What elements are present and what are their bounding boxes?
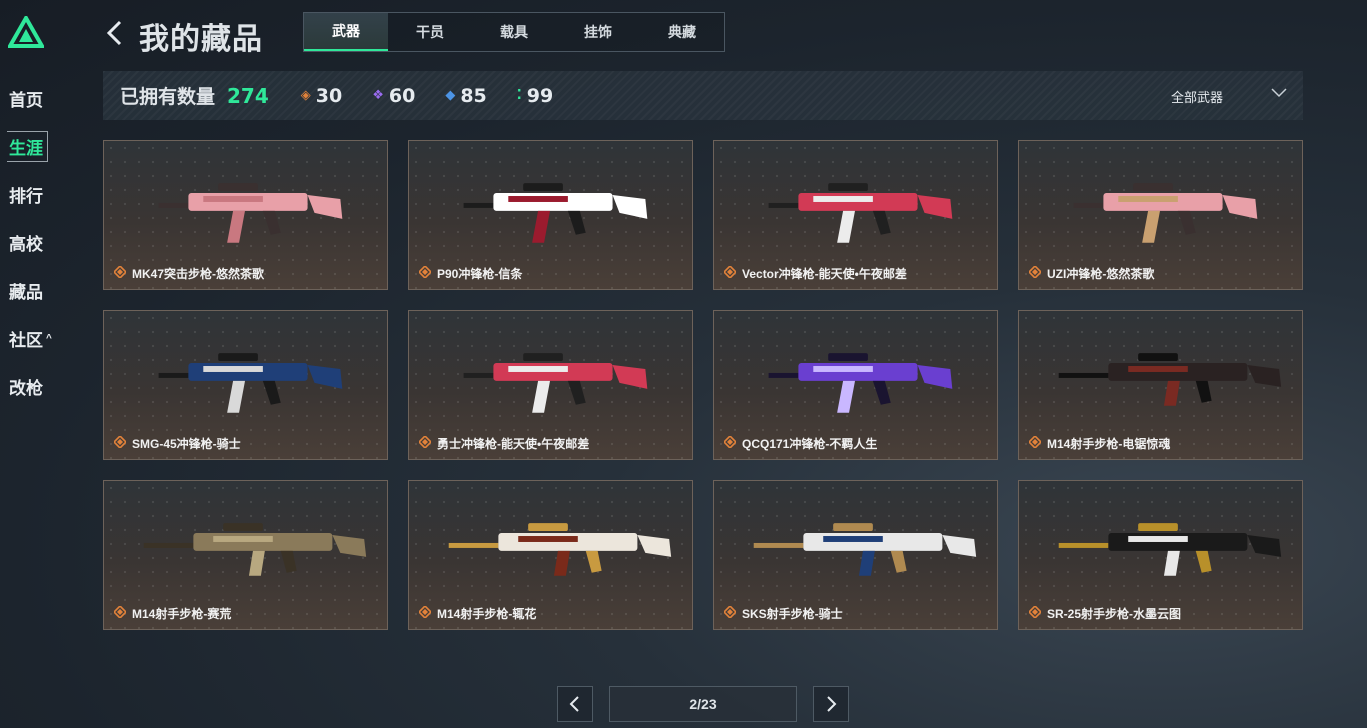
orange-diamond-icon: ◈	[300, 88, 311, 103]
rarity-count-purple: ❖ 60	[372, 85, 415, 107]
weapon-card[interactable]: UZI冲锋枪-悠然茶歌	[1018, 140, 1303, 290]
rarity-orange-icon	[114, 436, 126, 448]
tab-charms[interactable]: 挂饰	[556, 13, 640, 51]
weapon-filter-select[interactable]: 全部武器	[1171, 87, 1223, 106]
rarity-count-green: ⁚ 99	[517, 85, 553, 107]
blue-diamond-icon: ◆	[445, 88, 456, 103]
sidebar-item-career[interactable]: 生涯	[0, 122, 60, 170]
weapon-name: 勇士冲锋枪-能天使•午夜邮差	[437, 437, 590, 451]
weapon-card[interactable]: M14射手步枪-赛荒	[103, 480, 388, 630]
weapon-card[interactable]: P90冲锋枪-信条	[408, 140, 693, 290]
prev-page-icon	[569, 696, 579, 712]
page-indicator: 2/23	[609, 686, 797, 722]
tab-vehicles[interactable]: 载具	[472, 13, 556, 51]
sidebar-nav: 首页 生涯 排行 高校 藏品 社区 ^ 改枪	[0, 74, 60, 410]
weapon-name: M14射手步枪-赛荒	[132, 607, 232, 621]
rarity-orange-icon	[724, 436, 736, 448]
category-tabs: 武器 干员 载具 挂饰 典藏	[303, 12, 725, 52]
weapon-card[interactable]: 勇士冲锋枪-能天使•午夜邮差	[408, 310, 693, 460]
weapon-card[interactable]: QCQ171冲锋枪-不羁人生	[713, 310, 998, 460]
weapon-grid: MK47突击步枪-悠然茶歌 P90冲锋枪-信条 Vector冲锋枪-能天使•午夜邮差…	[103, 140, 1303, 630]
rarity-count-value: 30	[315, 84, 343, 107]
rarity-orange-icon	[1029, 266, 1041, 278]
weapon-image	[463, 353, 648, 413]
weapon-image	[448, 523, 672, 576]
logo-icon[interactable]	[8, 16, 44, 48]
sidebar-item-label: 排行	[9, 186, 43, 206]
rarity-orange-icon	[419, 266, 431, 278]
weapon-image	[463, 183, 648, 243]
rarity-orange-icon	[1029, 436, 1041, 448]
weapon-name: P90冲锋枪-信条	[437, 267, 523, 281]
weapon-image	[1058, 523, 1282, 576]
weapon-name: SKS射手步枪-骑士	[742, 607, 843, 621]
weapon-name: SR-25射手步枪-水墨云图	[1047, 607, 1182, 621]
weapon-card[interactable]: SKS射手步枪-骑士	[713, 480, 998, 630]
tab-weapons[interactable]: 武器	[304, 13, 388, 51]
weapon-name: M14射手步枪-电锯惊魂	[1047, 437, 1171, 451]
owned-count-value: 274	[227, 83, 269, 108]
sidebar-item-label: 社区	[9, 330, 43, 350]
chevron-down-icon[interactable]	[1270, 86, 1288, 100]
rarity-count-value: 99	[526, 84, 554, 107]
sidebar-item-community[interactable]: 社区 ^	[0, 314, 60, 362]
rarity-orange-icon	[114, 606, 126, 618]
chevron-up-icon: ^	[46, 332, 52, 344]
weapon-image	[1058, 353, 1282, 406]
sidebar-item-label: 藏品	[9, 282, 43, 302]
owned-count-label: 已拥有数量	[120, 87, 216, 108]
sidebar-item-label: 高校	[9, 234, 43, 254]
rarity-orange-icon	[419, 606, 431, 618]
weapon-card[interactable]: SMG-45冲锋枪-骑士	[103, 310, 388, 460]
sidebar-item-gunsmith[interactable]: 改枪	[0, 362, 60, 410]
weapon-image	[158, 183, 343, 243]
sidebar-item-college[interactable]: 高校	[0, 218, 60, 266]
weapon-image	[753, 523, 977, 576]
weapon-name: Vector冲锋枪-能天使•午夜邮差	[742, 267, 907, 281]
rarity-count-value: 60	[388, 84, 416, 107]
next-page-button[interactable]	[813, 686, 849, 722]
rarity-count-value: 85	[460, 84, 487, 107]
rarity-orange-icon	[724, 606, 736, 618]
sidebar-item-collection[interactable]: 藏品	[0, 266, 60, 314]
tab-collector[interactable]: 典藏	[640, 13, 724, 51]
sidebar-item-label: 首页	[9, 90, 43, 110]
tab-operators[interactable]: 干员	[388, 13, 472, 51]
sidebar-item-ranking[interactable]: 排行	[0, 170, 60, 218]
green-dots-icon: ⁚	[516, 88, 522, 103]
weapon-card[interactable]: M14射手步枪-辄花	[408, 480, 693, 630]
rarity-orange-icon	[419, 436, 431, 448]
rarity-count-blue: ◆ 85	[445, 85, 486, 107]
rarity-orange-icon	[1029, 606, 1041, 618]
sidebar-item-home[interactable]: 首页	[0, 74, 60, 122]
weapon-card[interactable]: M14射手步枪-电锯惊魂	[1018, 310, 1303, 460]
stats-bar: 已拥有数量 274 ◈ 30 ❖ 60 ◆ 85 ⁚ 99 全部武器	[103, 71, 1303, 120]
rarity-orange-icon	[114, 266, 126, 278]
next-page-icon	[827, 696, 837, 712]
weapon-card[interactable]: SR-25射手步枪-水墨云图	[1018, 480, 1303, 630]
weapon-image	[768, 183, 953, 243]
weapon-name: M14射手步枪-辄花	[437, 607, 537, 621]
sidebar-item-label: 生涯	[7, 130, 48, 162]
weapon-card[interactable]: Vector冲锋枪-能天使•午夜邮差	[713, 140, 998, 290]
weapon-image	[1073, 183, 1258, 243]
rarity-count-orange: ◈ 30	[301, 85, 342, 107]
weapon-image	[158, 353, 343, 413]
purple-diamond-icon: ❖	[372, 88, 384, 103]
prev-page-button[interactable]	[557, 686, 593, 722]
weapon-image	[143, 523, 367, 576]
sidebar-item-label: 改枪	[9, 378, 43, 398]
weapon-image	[768, 353, 953, 413]
weapon-name: UZI冲锋枪-悠然茶歌	[1047, 267, 1155, 281]
weapon-name: MK47突击步枪-悠然茶歌	[132, 267, 265, 281]
weapon-name: SMG-45冲锋枪-骑士	[132, 437, 241, 451]
back-arrow-icon[interactable]	[104, 18, 126, 48]
rarity-orange-icon	[724, 266, 736, 278]
page-title: 我的藏品	[139, 23, 263, 56]
weapon-card[interactable]: MK47突击步枪-悠然茶歌	[103, 140, 388, 290]
weapon-name: QCQ171冲锋枪-不羁人生	[742, 437, 878, 451]
